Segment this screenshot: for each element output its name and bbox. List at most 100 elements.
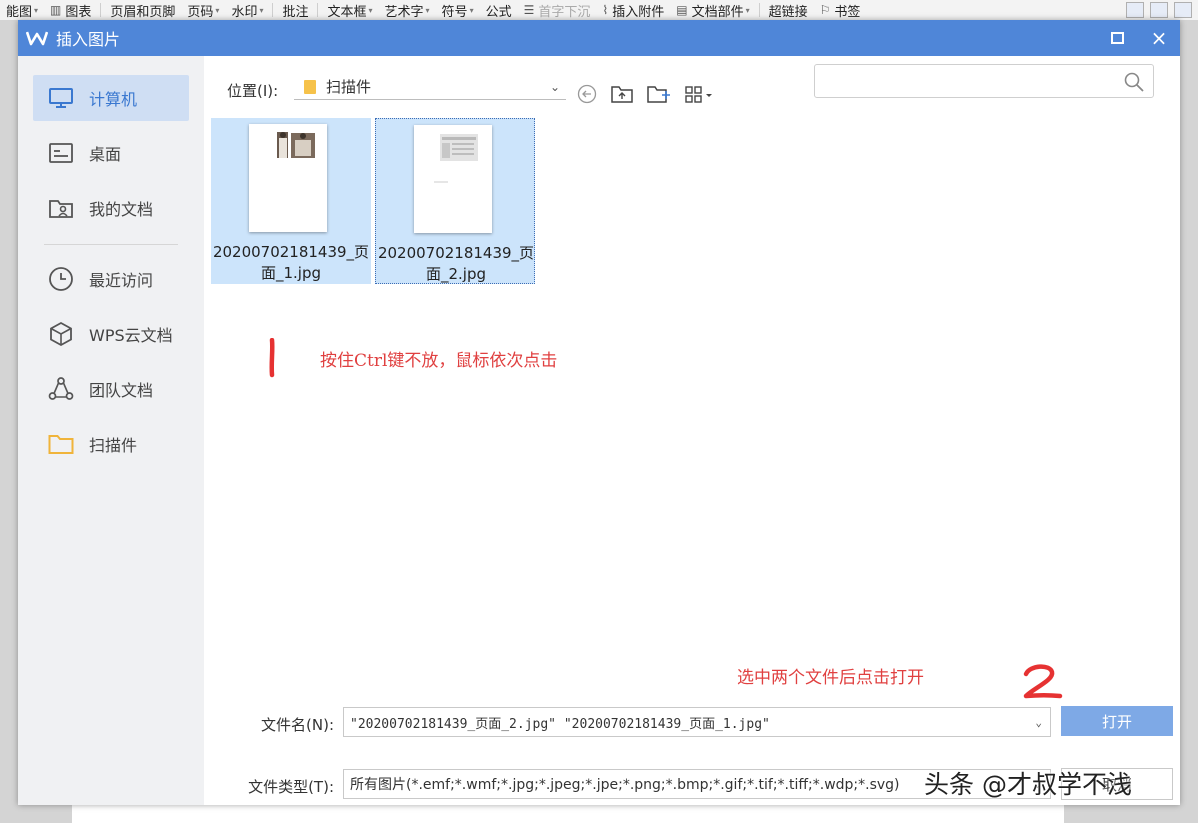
location-select[interactable]: 扫描件 ⌄ <box>294 74 566 100</box>
location-value: 扫描件 <box>326 78 372 96</box>
insert-picture-dialog: 插入图片 × 计算机 桌面 我的文档 最近访问 WPS云文档 团队文档 扫描件 … <box>18 20 1180 805</box>
view-mode-button[interactable] <box>682 82 716 106</box>
ribbon-label: 公式 <box>485 4 512 20</box>
ribbon-textbox[interactable]: 文本框 ▾ <box>321 0 378 20</box>
ribbon-label: 页码 <box>187 4 214 20</box>
ribbon-watermark[interactable]: 水印 ▾ <box>225 0 269 20</box>
ribbon-wordart[interactable]: 艺术字 ▾ <box>379 0 436 20</box>
file-name: 20200702181439_页面_2.jpg <box>377 244 535 283</box>
folder-icon <box>304 79 316 94</box>
file-thumbnail <box>414 125 492 233</box>
cube-icon <box>47 320 75 348</box>
up-folder-button[interactable] <box>609 82 635 106</box>
ribbon-formula[interactable]: 公式 <box>480 0 518 20</box>
ribbon-drop-cap[interactable]: ☰ 首字下沉 <box>518 0 597 20</box>
view-web-icon[interactable] <box>1150 2 1168 18</box>
ribbon-label: 插入附件 <box>612 4 665 20</box>
ribbon-label: 超链接 <box>768 4 808 20</box>
watermark: 头条 @才叔学不浅 <box>924 770 1132 799</box>
ribbon-label: 艺术字 <box>384 4 424 20</box>
sidebar-item-scans[interactable]: 扫描件 <box>33 421 189 467</box>
file-item[interactable]: 20200702181439_页面_1.jpg <box>211 118 371 284</box>
sidebar-item-label: 桌面 <box>89 145 122 164</box>
sidebar-divider <box>44 244 178 245</box>
open-button[interactable]: 打开 <box>1061 706 1173 736</box>
chevron-down-icon: ▾ <box>425 5 430 15</box>
step-1-instruction: 按住Ctrl键不放，鼠标依次点击 <box>320 351 558 371</box>
filename-input[interactable]: "20200702181439_页面_2.jpg" "2020070218143… <box>343 707 1051 737</box>
sidebar-item-label: 最近访问 <box>89 271 154 290</box>
maximize-button[interactable] <box>1096 20 1138 56</box>
desktop-icon <box>47 139 75 167</box>
folder-icon <box>47 430 75 458</box>
close-button[interactable]: × <box>1138 20 1180 56</box>
ribbon-comment[interactable]: 批注 <box>276 0 314 20</box>
ribbon-label: 首字下沉 <box>538 4 591 20</box>
ribbon-label: 水印 <box>231 4 258 20</box>
sidebar-item-wps-cloud[interactable]: WPS云文档 <box>33 311 189 357</box>
ribbon-toolbar: 能图 ▾ ▥ 图表 页眉和页脚 页码 ▾ 水印 ▾ 批注 文本框 ▾ 艺术字 ▾ 符号 ▾ 公… <box>0 0 1198 20</box>
ribbon-label: 图表 <box>65 4 92 20</box>
sidebar-item-label: WPS云文档 <box>89 326 173 345</box>
team-icon <box>47 375 75 403</box>
sidebar-item-recent[interactable]: 最近访问 <box>33 256 189 302</box>
ribbon-divider <box>317 3 319 17</box>
dialog-title: 插入图片 <box>56 30 121 49</box>
sidebar-item-my-documents[interactable]: 我的文档 <box>33 185 189 231</box>
filetype-value: 所有图片(*.emf;*.wmf;*.jpg;*.jpeg;*.jpe;*.pn… <box>350 777 900 793</box>
chevron-down-icon: ▾ <box>34 5 39 15</box>
filename-label: 文件名(N): <box>261 716 334 734</box>
chevron-down-icon: ▾ <box>215 5 220 15</box>
ribbon-chart[interactable]: ▥ 图表 <box>44 0 97 20</box>
ribbon-divider <box>100 3 102 17</box>
ribbon-bookmark[interactable]: ⚐ 书签 <box>814 0 867 20</box>
back-button[interactable] <box>576 82 598 106</box>
drop-cap-icon: ☰ <box>523 3 535 17</box>
chart-icon: ▥ <box>50 3 62 17</box>
view-page-icon[interactable] <box>1126 2 1144 18</box>
sidebar-item-desktop[interactable]: 桌面 <box>33 130 189 176</box>
step-2-instruction: 选中两个文件后点击打开 <box>737 668 924 688</box>
filename-value: "20200702181439_页面_2.jpg" "2020070218143… <box>350 716 770 732</box>
grid-view-icon <box>685 86 712 103</box>
ribbon-doc-parts[interactable]: ▤ 文档部件 ▾ <box>670 0 755 20</box>
filetype-label: 文件类型(T): <box>248 778 334 796</box>
chevron-down-icon: ▾ <box>368 5 373 15</box>
ribbon-symbol[interactable]: 符号 ▾ <box>436 0 480 20</box>
document-page <box>72 805 1064 823</box>
ribbon-label: 书签 <box>834 4 861 20</box>
folder-up-icon <box>611 86 633 103</box>
sidebar-item-label: 团队文档 <box>89 381 154 400</box>
back-arrow-icon <box>577 84 597 104</box>
sidebar-item-label: 扫描件 <box>89 436 138 455</box>
sidebar-item-team[interactable]: 团队文档 <box>33 366 189 412</box>
file-item[interactable]: 20200702181439_页面_2.jpg <box>375 118 535 284</box>
sidebar-item-computer[interactable]: 计算机 <box>33 75 189 121</box>
new-folder-button[interactable] <box>645 82 671 106</box>
ribbon-hyperlink[interactable]: 超链接 <box>763 0 814 20</box>
clock-icon <box>47 265 75 293</box>
bookmark-icon: ⚐ <box>819 3 831 17</box>
wps-logo-icon <box>26 31 48 46</box>
paperclip-icon: ⌇ <box>602 3 609 17</box>
ribbon-label: 能图 <box>6 4 33 20</box>
ribbon-label: 符号 <box>441 4 468 20</box>
search-input[interactable] <box>814 64 1154 98</box>
search-icon <box>1124 72 1144 92</box>
chevron-down-icon: ⌄ <box>1035 715 1042 729</box>
ribbon-label: 批注 <box>282 4 309 20</box>
my-documents-icon <box>47 194 75 222</box>
step-1-mark <box>269 338 275 378</box>
new-folder-icon <box>647 86 670 103</box>
location-label: 位置(I): <box>227 82 279 100</box>
ribbon-view-buttons <box>1126 2 1198 18</box>
close-icon: × <box>1150 26 1168 50</box>
ribbon-page-number[interactable]: 页码 ▾ <box>181 0 225 20</box>
ribbon-smartart[interactable]: 能图 ▾ <box>0 0 44 20</box>
ribbon-header-footer[interactable]: 页眉和页脚 <box>104 0 181 20</box>
ribbon-attachment[interactable]: ⌇ 插入附件 <box>596 0 670 20</box>
document-icon: ▤ <box>676 3 688 17</box>
dialog-titlebar: 插入图片 × <box>18 20 1180 56</box>
chevron-down-icon: ⌄ <box>549 79 560 94</box>
view-lock-icon[interactable] <box>1174 2 1192 18</box>
